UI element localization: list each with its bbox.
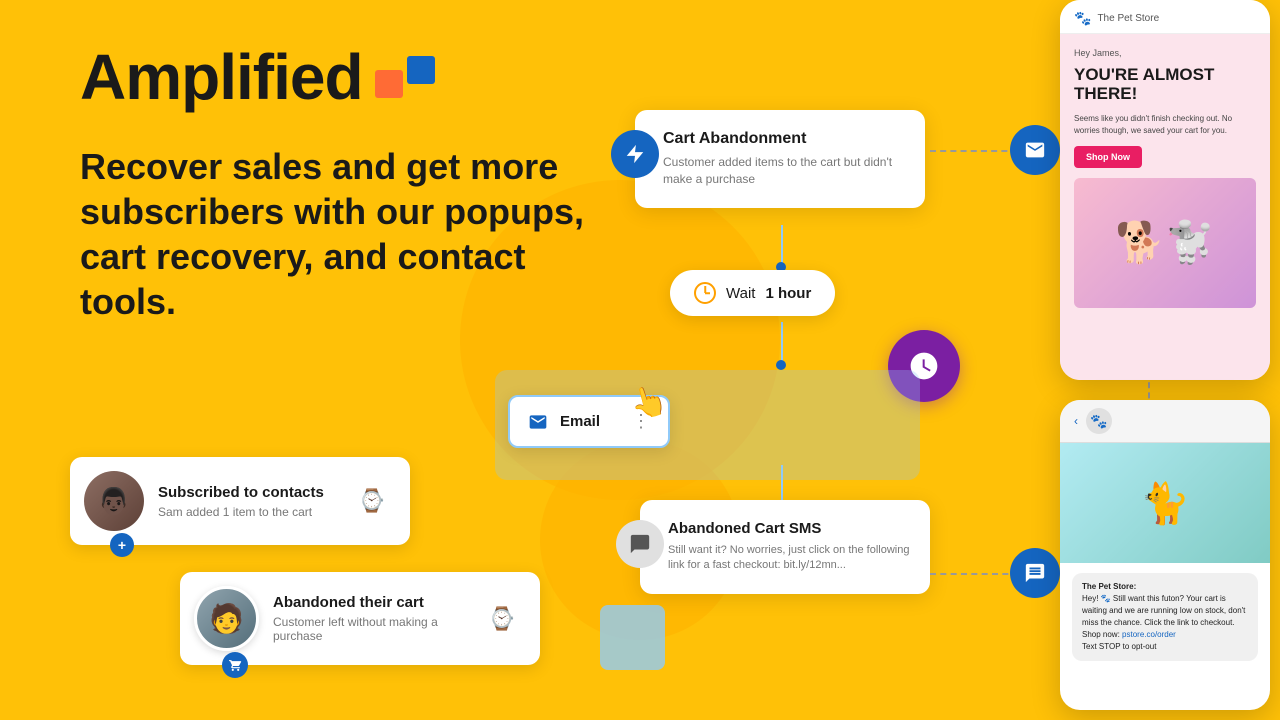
brand-title: Amplified <box>80 40 600 114</box>
brand-icon <box>375 56 435 98</box>
subscribed-plus-icon: + <box>110 533 134 557</box>
lightning-icon <box>624 143 646 165</box>
phone-bottom-image: 🐈 <box>1060 443 1270 563</box>
abandoned-product-icon: ⌚ <box>482 599 522 639</box>
cart-svg <box>229 659 242 672</box>
brand-icon-orange-square <box>375 70 403 98</box>
wait-label-bold: 1 hour <box>765 285 811 302</box>
phone-email-text: Seems like you didn't finish checking ou… <box>1074 113 1256 135</box>
abandoned-cart-icon <box>222 652 248 678</box>
abandoned-avatar: 🧑 <box>194 586 259 651</box>
email-icon-circle-right <box>1010 125 1060 175</box>
paw-icon: 🐾 <box>1086 408 1112 434</box>
blue-square-decoration <box>600 605 665 670</box>
cart-abandonment-card: Cart Abandonment Customer added items to… <box>635 110 925 208</box>
phone-bottom: ‹ 🐾 🐈 The Pet Store: Hey! 🐾 Still want t… <box>1060 400 1270 710</box>
phone-top-header: 🐾 The Pet Store <box>1060 0 1270 34</box>
sms-card: Abandoned Cart SMS Still want it? No wor… <box>640 500 930 594</box>
phone-greeting: Hey James, <box>1074 48 1256 58</box>
sms-icon-circle <box>616 520 664 568</box>
subscribed-product-icon: ⌚ <box>352 481 392 521</box>
sms-link[interactable]: pstore.co/order <box>1122 630 1176 639</box>
sms-icon <box>629 533 651 555</box>
email-label: Email <box>560 413 600 430</box>
clock-icon <box>694 282 716 304</box>
chat-icon-right <box>1024 562 1046 584</box>
subscribed-title: Subscribed to contacts <box>158 484 338 501</box>
brand-icon-blue-square <box>407 56 435 84</box>
sms-card-desc: Still want it? No worries, just click on… <box>660 543 910 574</box>
left-section: Amplified Recover sales and get more sub… <box>80 40 600 324</box>
cart-card-title: Cart Abandonment <box>655 130 905 148</box>
connector-line-1 <box>781 225 783 265</box>
wait-hour-pill: Wait 1 hour <box>670 270 835 316</box>
abandoned-title: Abandoned their cart <box>273 594 468 611</box>
email-icon <box>528 412 548 432</box>
phone-headline: YOU'RE ALMOST THERE! <box>1074 66 1256 103</box>
cart-card-desc: Customer added items to the cart but did… <box>655 154 905 188</box>
subscribed-subtitle: Sam added 1 item to the cart <box>158 505 338 519</box>
hero-text: Recover sales and get more subscribers w… <box>80 144 600 324</box>
back-arrow-icon[interactable]: ‹ <box>1074 414 1078 428</box>
subscribed-text: Subscribed to contacts Sam added 1 item … <box>158 484 338 519</box>
email-icon-right <box>1024 139 1046 161</box>
abandoned-text: Abandoned their cart Customer left witho… <box>273 594 468 643</box>
connector-line-2 <box>781 322 783 362</box>
brand-name: Amplified <box>80 40 363 114</box>
sms-card-title: Abandoned Cart SMS <box>660 520 910 537</box>
phone-shop-button[interactable]: Shop Now <box>1074 146 1142 168</box>
sms-store-name: The Pet Store: <box>1082 582 1136 591</box>
phone-sms-text: The Pet Store: Hey! 🐾 Still want this fu… <box>1060 563 1270 671</box>
pet-store-logo-top: The Pet Store <box>1097 13 1159 24</box>
phone-dog-image: 🐕🐩 <box>1074 178 1256 308</box>
cart-icon-circle <box>611 130 659 178</box>
subscribed-avatar: 👨🏿 <box>84 471 144 531</box>
sms-bubble: The Pet Store: Hey! 🐾 Still want this fu… <box>1072 573 1258 661</box>
phone-top: 🐾 The Pet Store Hey James, YOU'RE ALMOST… <box>1060 0 1270 380</box>
wait-label-pre: Wait <box>726 285 755 302</box>
phone-bottom-header: ‹ 🐾 <box>1060 400 1270 443</box>
chat-icon-circle-right <box>1010 548 1060 598</box>
phone-email-body: Hey James, YOU'RE ALMOST THERE! Seems li… <box>1060 34 1270 380</box>
flow-dot-2 <box>776 360 786 370</box>
abandoned-subtitle: Customer left without making a purchase <box>273 615 468 643</box>
subscribed-notification-card: 👨🏿 Subscribed to contacts Sam added 1 it… <box>70 457 410 545</box>
